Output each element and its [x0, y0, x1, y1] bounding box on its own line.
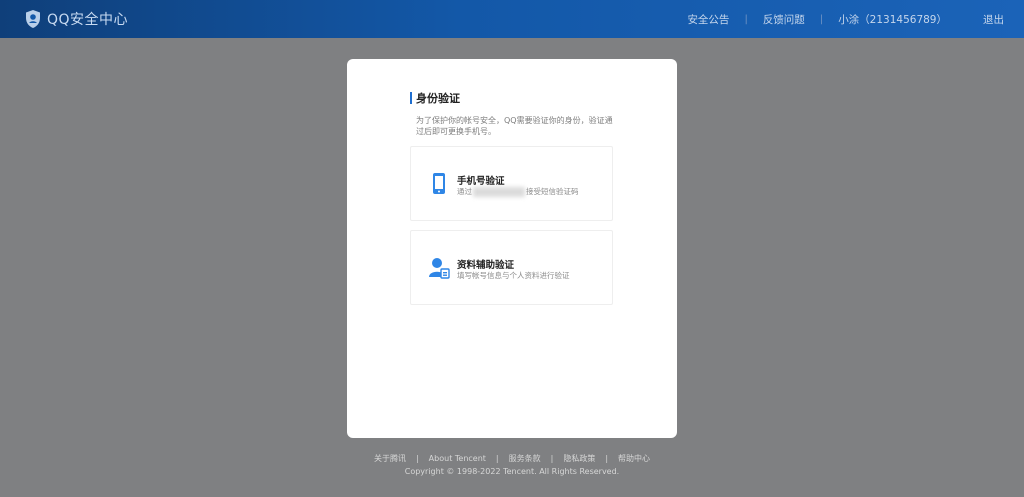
brand-logo[interactable]: QQ安全中心 — [24, 9, 128, 29]
logout-link[interactable]: 退出 — [983, 12, 1004, 27]
masked-phone-number — [473, 187, 525, 197]
option-sub-prefix: 通过 — [457, 187, 472, 196]
dialog-description: 为了保护你的帐号安全，QQ需要验证你的身份，验证通过后即可更换手机号。 — [416, 116, 613, 136]
profile-verification-option[interactable]: 资料辅助验证 填写帐号信息与个人资料进行验证 — [410, 230, 613, 305]
page-footer: 关于腾讯 | About Tencent | 服务条款 | 隐私政策 | 帮助中… — [0, 452, 1024, 477]
footer-link-terms[interactable]: 服务条款 — [509, 453, 541, 464]
copyright-text: Copyright © 1998-2022 Tencent. All Right… — [404, 467, 620, 476]
nav-user-account[interactable]: 小涂（2131456789） — [838, 12, 947, 27]
phone-verification-option[interactable]: 手机号验证 通过 接受短信验证码 — [410, 146, 613, 221]
footer-link-privacy[interactable]: 隐私政策 — [563, 453, 595, 464]
option-description: 填写帐号信息与个人资料进行验证 — [457, 271, 570, 280]
option-title: 资料辅助验证 — [457, 260, 515, 271]
shield-icon — [26, 10, 40, 28]
nav-divider: | — [744, 13, 748, 25]
option-description: 通过 接受短信验证码 — [457, 186, 579, 197]
footer-link-help[interactable]: 帮助中心 — [618, 453, 650, 464]
option-title: 手机号验证 — [457, 176, 505, 187]
nav-feedback[interactable]: 反馈问题 — [763, 12, 805, 27]
user-card-icon — [429, 258, 450, 279]
top-nav: 安全公告 | 反馈问题 | 小涂（2131456789） 退出 — [687, 0, 1004, 38]
footer-divider: | — [415, 453, 419, 463]
footer-divider: | — [495, 453, 499, 463]
nav-security-notice[interactable]: 安全公告 — [687, 12, 729, 27]
dialog-title: 身份验证 — [410, 90, 460, 106]
option-sub-suffix: 接受短信验证码 — [526, 187, 579, 196]
nav-divider: | — [819, 13, 824, 25]
footer-divider: | — [605, 453, 609, 463]
footer-divider: | — [550, 453, 554, 463]
top-header: QQ安全中心 安全公告 | 反馈问题 | 小涂（2131456789） 退出 — [0, 0, 1024, 38]
page-title: 身份验证 — [416, 92, 460, 105]
footer-link-about[interactable]: 关于腾讯 — [374, 453, 406, 464]
identity-verification-dialog: 身份验证 为了保护你的帐号安全，QQ需要验证你的身份，验证通过后即可更换手机号。… — [347, 59, 677, 438]
phone-icon — [433, 173, 445, 194]
title-accent-bar — [410, 92, 412, 104]
brand-name: QQ安全中心 — [47, 12, 129, 28]
footer-link-about-en[interactable]: About Tencent — [429, 454, 486, 463]
footer-links: 关于腾讯 | About Tencent | 服务条款 | 隐私政策 | 帮助中… — [0, 452, 1024, 464]
